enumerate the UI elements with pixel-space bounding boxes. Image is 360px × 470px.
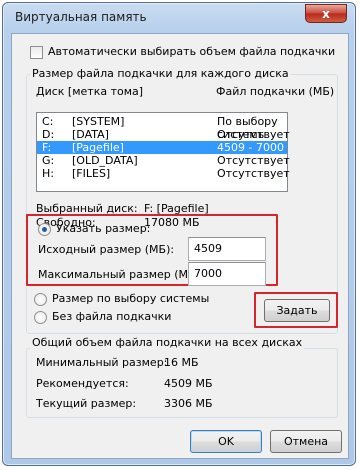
drive-letter: G: <box>42 154 55 167</box>
drive-row[interactable]: D: [DATA] Отсутствует <box>37 128 290 141</box>
drive-volume-label: [DATA] <box>72 128 109 141</box>
min-size-label: Минимальный размер: <box>36 356 168 369</box>
max-size-label: Максимальный размер (МБ): <box>38 268 204 281</box>
drive-volume-label: [Pagefile] <box>72 141 124 154</box>
close-button[interactable]: x <box>305 4 347 23</box>
recommended-label: Рекомендуется: <box>36 377 129 390</box>
drive-row[interactable]: H: [FILES] Отсутствует <box>37 167 290 180</box>
drive-volume-label: [FILES] <box>72 167 111 180</box>
no-pagefile-radio[interactable] <box>34 311 47 324</box>
system-managed-radio[interactable] <box>34 293 47 306</box>
drive-letter: C: <box>42 115 54 128</box>
drive-pagefile-size: Отсутствует <box>217 154 290 167</box>
drive-letter: D: <box>42 128 55 141</box>
no-pagefile-label[interactable]: Без файла подкачки <box>52 310 171 323</box>
custom-size-label[interactable]: Указать размер: <box>56 222 150 235</box>
initial-size-label: Исходный размер (МБ): <box>38 243 175 256</box>
drive-letter: H: <box>42 167 54 180</box>
ok-button[interactable]: OK <box>190 430 262 453</box>
drive-row-selected[interactable]: F: [Pagefile] 4509 - 7000 <box>37 141 287 154</box>
drive-pagefile-size: 4509 - 7000 <box>217 141 284 154</box>
auto-manage-label[interactable]: Автоматически выбирать объем файла подка… <box>48 45 335 58</box>
drive-letter: F: <box>42 141 52 154</box>
virtual-memory-window: Виртуальная память x Автоматически выбир… <box>2 2 356 466</box>
max-size-input[interactable]: 7000 <box>188 262 266 286</box>
drive-pagefile-size: Отсутствует <box>217 128 290 141</box>
current-size-label: Текущий размер: <box>36 397 137 410</box>
initial-size-input[interactable]: 4509 <box>188 237 266 261</box>
set-button[interactable]: Задать <box>264 299 330 322</box>
column-header-disk: Диск [метка тома] <box>36 85 144 98</box>
custom-size-radio[interactable] <box>38 223 51 236</box>
drive-row[interactable]: G: [OLD_DATA] Отсутствует <box>37 154 290 167</box>
system-managed-label[interactable]: Размер по выбору системы <box>52 292 209 305</box>
per-disk-group-title: Размер файла подкачки для каждого диска <box>30 67 291 80</box>
cancel-button[interactable]: Отмена <box>270 430 342 453</box>
current-size-value: 3306 МБ <box>164 397 213 410</box>
drive-volume-label: [OLD_DATA] <box>72 154 138 167</box>
auto-manage-checkbox[interactable] <box>30 46 43 59</box>
drive-list[interactable]: C: [SYSTEM] По выбору системы D: [DATA] … <box>36 112 290 192</box>
dialog-client-area: Автоматически выбирать объем файла подка… <box>11 33 349 459</box>
recommended-value: 4509 МБ <box>164 377 213 390</box>
drive-volume-label: [SYSTEM] <box>72 115 125 128</box>
column-header-pagefile: Файл подкачки (МБ) <box>216 85 335 98</box>
min-size-value: 16 МБ <box>164 356 199 369</box>
total-group-title: Общий объем файла подкачки на всех диска… <box>30 336 305 349</box>
drive-row[interactable]: C: [SYSTEM] По выбору системы <box>37 115 287 141</box>
drive-pagefile-size: Отсутствует <box>217 167 290 180</box>
window-title: Виртуальная память <box>15 10 147 24</box>
